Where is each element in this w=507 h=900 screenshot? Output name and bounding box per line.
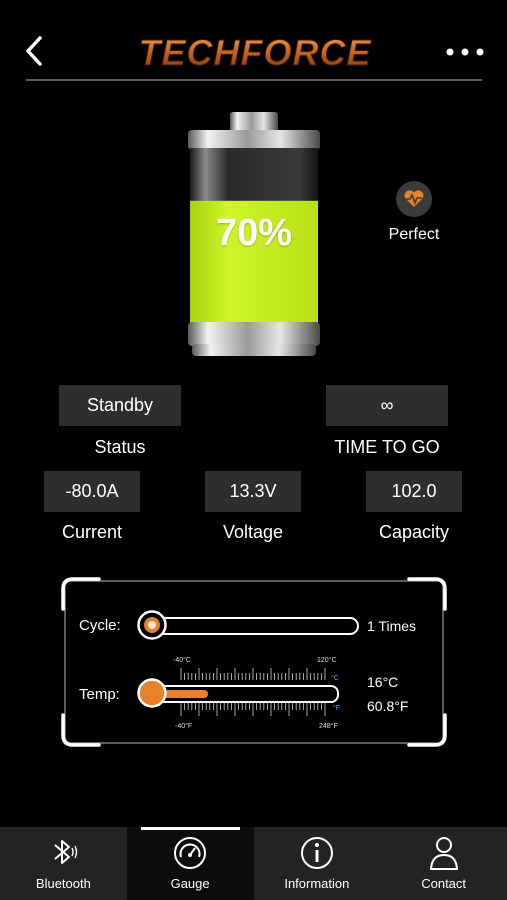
cycle-value: 1 Times [367,618,417,634]
health-badge [396,181,432,217]
heart-pulse-icon [404,190,424,207]
status-value: Standby [59,385,181,426]
cycle-label: Cycle: [79,617,121,634]
temp-unit-f: °F [333,705,341,712]
voltage-value: 13.3V [205,471,301,512]
capacity-value: 102.0 [366,471,462,512]
gauge-icon [174,837,207,869]
tab-gauge[interactable]: Gauge [126,827,254,900]
temp-scale-f-max: 248°F [319,723,338,730]
bottom-nav: Bluetooth Gauge Information Contact [0,827,507,900]
temp-scale-c-min: -40°C [173,657,191,664]
temp-track [139,685,339,703]
more-horizontal-icon [446,48,484,56]
temp-fahrenheit: 60.8°F [367,698,409,714]
current-value: -80.0A [44,471,140,512]
time-to-go-label: TIME TO GO [334,437,440,457]
svg-text:TECHFORCE: TECHFORCE [139,32,372,73]
cycle-knob [137,610,167,640]
chevron-left-icon [26,36,42,66]
back-button[interactable] [22,34,52,68]
temp-celsius: 16°C [367,674,399,690]
current-label: Current [61,522,123,542]
temp-scale-c-max: 120°C [317,657,337,664]
tab-bluetooth[interactable]: Bluetooth [0,827,127,900]
tab-bluetooth-label: Bluetooth [35,876,91,891]
tab-information[interactable]: Information [254,827,381,900]
tab-information-label: Information [284,876,350,891]
status-label: Status [94,437,146,457]
temp-scale-f-min: -40°F [175,723,193,730]
battery-percent: 70% [215,212,293,254]
app-logo: TECHFORCE [130,30,380,74]
cycle-track [139,617,359,635]
bluetooth-icon [54,840,78,864]
more-menu-button[interactable] [444,44,486,60]
info-icon [300,837,333,869]
temp-bulb [137,678,167,708]
time-to-go-value: ∞ [326,385,448,426]
tab-contact[interactable]: Contact [380,827,507,900]
capacity-label: Capacity [378,522,450,542]
tab-gauge-label: Gauge [170,876,210,891]
tab-contact-label: Contact [421,876,467,891]
health-label: Perfect [388,226,440,243]
gauge-panel: Cycle: 1 Times -40°C 120°C °C Temp: °F -… [61,577,447,747]
person-icon [429,837,458,870]
header-divider [26,79,482,81]
voltage-label: Voltage [222,522,284,542]
temp-label: Temp: [79,686,120,703]
active-tab-indicator [140,827,240,830]
